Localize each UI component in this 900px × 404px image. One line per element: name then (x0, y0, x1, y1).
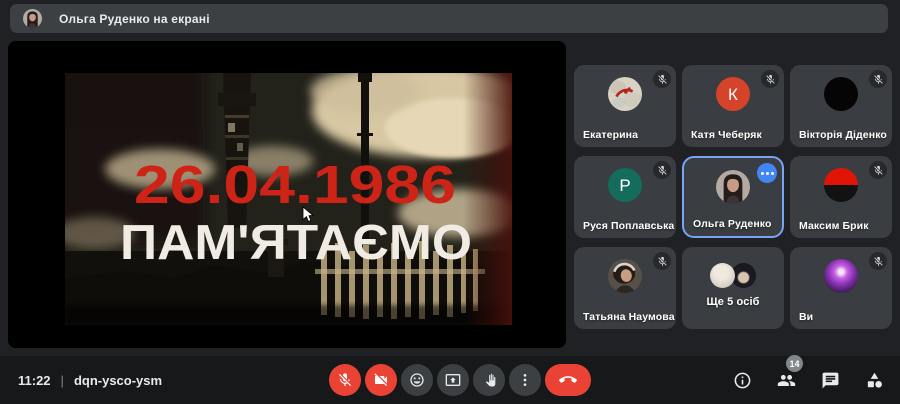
camera-toggle-button[interactable] (365, 364, 397, 396)
mic-muted-icon (761, 70, 779, 88)
memorial-caption-text: ПАМ'ЯТАЄМО (120, 216, 472, 270)
participant-name: Ви (799, 311, 814, 323)
present-screen-icon (445, 372, 461, 388)
mic-muted-icon (869, 252, 887, 270)
meeting-code: dqn-ysco-ysm (73, 373, 163, 388)
participant-name: Вікторія Діденко (799, 129, 887, 141)
presenting-banner-label: Ольга Руденко на екрані (59, 11, 210, 26)
avatar (608, 77, 642, 111)
chat-panel-button[interactable] (814, 364, 846, 396)
participant-tile-katya[interactable]: К Катя Чеберяк (682, 65, 784, 147)
raise-hand-button[interactable] (473, 364, 505, 396)
avatar (824, 168, 858, 202)
avatar-letter: К (728, 84, 738, 104)
participant-name: Екатерина (583, 129, 639, 141)
activities-icon (865, 371, 884, 390)
emoji-reactions-icon (409, 372, 425, 388)
participant-name: Ольга Руденко (693, 218, 772, 230)
call-controls (329, 364, 591, 396)
overflow-avatar-1 (710, 263, 735, 288)
avatar-letter: Р (619, 175, 631, 195)
participant-name: Катя Чеберяк (691, 129, 762, 141)
participant-tile-ekaterina[interactable]: Екатерина (574, 65, 676, 147)
overflow-count-label: Ще 5 осіб (706, 296, 760, 308)
shared-screen-video: 26.04.1986 ПАМ'ЯТАЄМО (8, 41, 566, 348)
people-icon (777, 371, 796, 390)
panel-buttons: 14 (726, 355, 890, 396)
meeting-meta: 11:22 | dqn-ysco-ysm (18, 373, 162, 388)
mic-toggle-button[interactable] (329, 364, 361, 396)
mic-off-icon (337, 372, 353, 388)
participant-tile-rusya[interactable]: Р Руся Поплавська (574, 156, 676, 238)
reactions-button[interactable] (401, 364, 433, 396)
mic-muted-icon (653, 70, 671, 88)
participant-name: Руся Поплавська (583, 220, 675, 232)
avatar (608, 259, 642, 293)
shared-screen-tile[interactable]: 26.04.1986 ПАМ'ЯТАЄМО (8, 41, 566, 348)
avatar (824, 259, 858, 293)
videocam-off-icon (373, 372, 389, 388)
chat-icon (821, 371, 840, 390)
meta-divider: | (60, 373, 64, 388)
participant-count-badge: 14 (786, 355, 803, 372)
memorial-date-text: 26.04.1986 (134, 155, 456, 215)
more-options-button[interactable] (509, 364, 541, 396)
presenting-banner[interactable]: Ольга Руденко на екрані (10, 4, 888, 33)
info-icon (733, 371, 752, 390)
avatar: К (716, 77, 750, 111)
people-panel-button[interactable]: 14 (770, 355, 803, 396)
more-options-badge[interactable] (757, 163, 777, 183)
participant-name: Максим Брик (799, 220, 869, 232)
participant-name: Татьяна Наумова (583, 311, 675, 323)
end-call-button[interactable] (545, 364, 591, 396)
meeting-details-button[interactable] (726, 364, 758, 396)
end-call-icon (559, 371, 577, 389)
avatar (824, 77, 858, 111)
participant-tile-olga-active[interactable]: Ольга Руденко (682, 156, 784, 238)
participant-tile-maksym[interactable]: Максим Брик (790, 156, 892, 238)
participants-grid: Екатерина К Катя Чеберяк Вікторія Діденк… (574, 65, 892, 329)
participant-tile-tatyana[interactable]: Татьяна Наумова (574, 247, 676, 329)
bottom-bar: 11:22 | dqn-ysco-ysm 14 (0, 355, 900, 404)
participant-tile-overflow[interactable]: Ще 5 осіб (682, 247, 784, 329)
mic-muted-icon (653, 161, 671, 179)
mic-muted-icon (653, 252, 671, 270)
overflow-avatar-stack (710, 263, 756, 288)
avatar (716, 170, 750, 204)
clock-time: 11:22 (18, 373, 51, 388)
meet-window: Ольга Руденко на екрані 26.04.1986 ПАМ'Я… (0, 0, 900, 404)
activities-button[interactable] (858, 364, 890, 396)
more-options-icon (517, 372, 533, 388)
participant-tile-viktoria[interactable]: Вікторія Діденко (790, 65, 892, 147)
mic-muted-icon (869, 70, 887, 88)
avatar: Р (608, 168, 642, 202)
mic-muted-icon (869, 161, 887, 179)
participant-tile-you[interactable]: Ви (790, 247, 892, 329)
present-button[interactable] (437, 364, 469, 396)
presenter-avatar (23, 9, 42, 28)
raise-hand-icon (481, 372, 497, 388)
